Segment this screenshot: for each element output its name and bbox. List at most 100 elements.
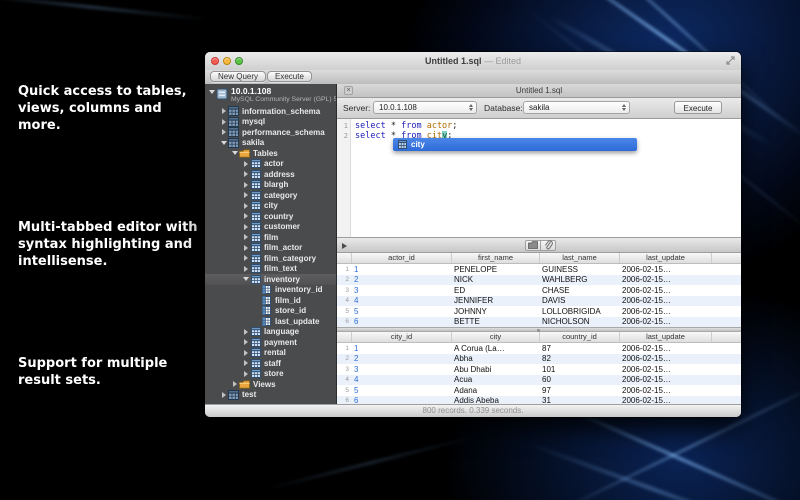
disclosure-collapsed-icon[interactable] (220, 119, 228, 125)
disclosure-expanded-icon[interactable] (209, 90, 215, 94)
cell-last_update[interactable]: 2006-02-15… (619, 354, 711, 363)
table-row[interactable]: 44Acua602006-02-15… (337, 375, 741, 386)
cell-actor_id[interactable]: 4 (351, 296, 451, 305)
disclosure-collapsed-icon[interactable] (231, 381, 239, 387)
tree-item-address[interactable]: address (205, 169, 336, 180)
table-row[interactable]: 44JENNIFERDAVIS2006-02-15… (337, 296, 741, 307)
tree-item-language[interactable]: language (205, 327, 336, 338)
cell-city[interactable]: Acua (451, 375, 539, 384)
cell-first_name[interactable]: JENNIFER (451, 296, 539, 305)
cell-actor_id[interactable]: 3 (351, 286, 451, 295)
tree-item-server[interactable]: 10.0.1.108 MySQL Community Server (GPL) … (205, 84, 336, 106)
cell-country_id[interactable]: 101 (539, 365, 619, 374)
disclosure-collapsed-icon[interactable] (242, 360, 250, 366)
table-row[interactable]: 66BETTENICHOLSON2006-02-15… (337, 317, 741, 328)
attach-button[interactable] (540, 240, 556, 251)
cell-city[interactable]: Abu Dhabi (451, 365, 539, 374)
disclosure-collapsed-icon[interactable] (242, 234, 250, 240)
cell-actor_id[interactable]: 5 (351, 307, 451, 316)
autocomplete-popup[interactable]: city (393, 138, 637, 151)
cell-actor_id[interactable]: 1 (351, 265, 451, 274)
cell-last_update[interactable]: 2006-02-15… (619, 317, 711, 326)
new-query-button[interactable]: New Query (210, 71, 266, 82)
cell-last_name[interactable]: GUINESS (539, 265, 619, 274)
cell-city[interactable]: Abha (451, 354, 539, 363)
cell-actor_id[interactable]: 2 (351, 275, 451, 284)
column-header-last_update[interactable]: last_update (620, 332, 712, 342)
cell-last_update[interactable]: 2006-02-15… (619, 286, 711, 295)
tree-item-views[interactable]: Views (205, 379, 336, 390)
disclosure-collapsed-icon[interactable] (220, 129, 228, 135)
database-select[interactable]: sakila (523, 101, 630, 114)
cell-last_name[interactable]: DAVIS (539, 296, 619, 305)
tree-item-rental[interactable]: rental (205, 348, 336, 359)
cell-city_id[interactable]: 1 (351, 344, 451, 353)
cell-last_update[interactable]: 2006-02-15… (619, 265, 711, 274)
execute-query-button[interactable]: Execute (674, 101, 722, 114)
column-header-first_name[interactable]: first_name (452, 253, 540, 263)
table-row[interactable]: 11PENELOPEGUINESS2006-02-15… (337, 264, 741, 275)
disclosure-collapsed-icon[interactable] (242, 350, 250, 356)
results-splitter[interactable] (337, 327, 741, 332)
tree-item-film_id[interactable]: film_id (205, 295, 336, 306)
column-header-actor_id[interactable]: actor_id (352, 253, 452, 263)
tree-item-mysql[interactable]: mysql (205, 117, 336, 128)
disclosure-collapsed-icon[interactable] (242, 255, 250, 261)
disclosure-collapsed-icon[interactable] (242, 224, 250, 230)
cell-first_name[interactable]: NICK (451, 275, 539, 284)
disclosure-collapsed-icon[interactable] (220, 108, 228, 114)
tree-item-actor[interactable]: actor (205, 159, 336, 170)
disclosure-collapsed-icon[interactable] (242, 371, 250, 377)
disclosure-expanded-icon[interactable] (220, 141, 228, 145)
column-header-country_id[interactable]: country_id (540, 332, 620, 342)
cell-city_id[interactable]: 4 (351, 375, 451, 384)
autocomplete-item-city[interactable]: city (411, 140, 425, 149)
cell-country_id[interactable]: 97 (539, 386, 619, 395)
disclosure-expanded-icon[interactable] (231, 151, 239, 155)
cell-last_update[interactable]: 2006-02-15… (619, 375, 711, 384)
cell-last_update[interactable]: 2006-02-15… (619, 275, 711, 284)
cell-last_update[interactable]: 2006-02-15… (619, 307, 711, 316)
tree-item-customer[interactable]: customer (205, 222, 336, 233)
disclosure-collapsed-icon[interactable] (242, 182, 250, 188)
disclosure-collapsed-icon[interactable] (242, 213, 250, 219)
cell-first_name[interactable]: BETTE (451, 317, 539, 326)
cell-first_name[interactable]: JOHNNY (451, 307, 539, 316)
table-row[interactable]: 22Abha822006-02-15… (337, 354, 741, 365)
column-header-last_update[interactable]: last_update (620, 253, 712, 263)
cell-city[interactable]: Adana (451, 386, 539, 395)
table-row[interactable]: 33EDCHASE2006-02-15… (337, 285, 741, 296)
cell-city_id[interactable]: 5 (351, 386, 451, 395)
server-select[interactable]: 10.0.1.108 (373, 101, 477, 114)
cell-city_id[interactable]: 2 (351, 354, 451, 363)
disclosure-collapsed-icon[interactable] (242, 266, 250, 272)
tree-item-film_category[interactable]: film_category (205, 253, 336, 264)
tree-item-inventory_id[interactable]: inventory_id (205, 285, 336, 296)
table-row[interactable]: 33Abu Dhabi1012006-02-15… (337, 364, 741, 375)
disclosure-expanded-icon[interactable] (242, 277, 250, 281)
cell-last_name[interactable]: CHASE (539, 286, 619, 295)
cell-actor_id[interactable]: 6 (351, 317, 451, 326)
cell-last_update[interactable]: 2006-02-15… (619, 386, 711, 395)
tree-item-sakila[interactable]: sakila (205, 138, 336, 149)
tree-item-payment[interactable]: payment (205, 337, 336, 348)
disclosure-collapsed-icon[interactable] (220, 392, 228, 398)
column-header-city[interactable]: city (452, 332, 540, 342)
disclosure-collapsed-icon[interactable] (242, 161, 250, 167)
disclosure-collapsed-icon[interactable] (242, 171, 250, 177)
cell-last_update[interactable]: 2006-02-15… (619, 344, 711, 353)
disclosure-collapsed-icon[interactable] (242, 203, 250, 209)
disclosure-collapsed-icon[interactable] (242, 245, 250, 251)
tree-item-film_actor[interactable]: film_actor (205, 243, 336, 254)
cell-country_id[interactable]: 60 (539, 375, 619, 384)
table-row[interactable]: 55Adana972006-02-15… (337, 385, 741, 396)
cell-first_name[interactable]: PENELOPE (451, 265, 539, 274)
cell-last_update[interactable]: 2006-02-15… (619, 365, 711, 374)
tree-item-last_update[interactable]: last_update (205, 316, 336, 327)
result-set-2[interactable]: city_idcitycountry_idlast_update11A Coru… (337, 332, 741, 406)
cell-last_name[interactable]: NICHOLSON (539, 317, 619, 326)
tree-item-tables[interactable]: Tables (205, 148, 336, 159)
table-row[interactable]: 22NICKWAHLBERG2006-02-15… (337, 275, 741, 286)
cell-city_id[interactable]: 3 (351, 365, 451, 374)
tree-item-staff[interactable]: staff (205, 358, 336, 369)
